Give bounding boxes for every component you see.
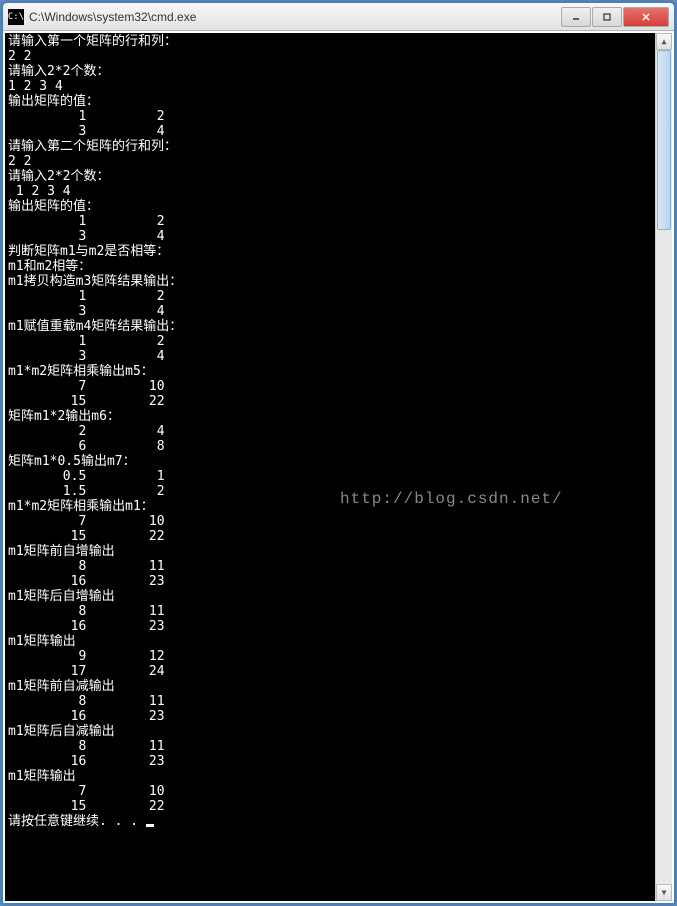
scroll-up-arrow[interactable]: ▲ — [656, 33, 672, 50]
scroll-track[interactable] — [656, 50, 672, 884]
console-area: 请输入第一个矩阵的行和列： 2 2 请输入2*2个数： 1 2 3 4 输出矩阵… — [3, 31, 674, 903]
titlebar[interactable]: C:\ C:\Windows\system32\cmd.exe — [3, 3, 674, 31]
text-cursor — [146, 824, 154, 827]
window-title: C:\Windows\system32\cmd.exe — [29, 10, 561, 24]
vertical-scrollbar[interactable]: ▲ ▼ — [655, 33, 672, 901]
maximize-button[interactable] — [592, 7, 622, 27]
scroll-thumb[interactable] — [657, 50, 671, 230]
cmd-icon: C:\ — [8, 9, 24, 25]
window-controls — [561, 7, 669, 27]
close-button[interactable] — [623, 7, 669, 27]
cmd-window: C:\ C:\Windows\system32\cmd.exe 请输入第一个矩阵… — [2, 2, 675, 904]
console-output[interactable]: 请输入第一个矩阵的行和列： 2 2 请输入2*2个数： 1 2 3 4 输出矩阵… — [5, 33, 655, 901]
scroll-down-arrow[interactable]: ▼ — [656, 884, 672, 901]
minimize-button[interactable] — [561, 7, 591, 27]
